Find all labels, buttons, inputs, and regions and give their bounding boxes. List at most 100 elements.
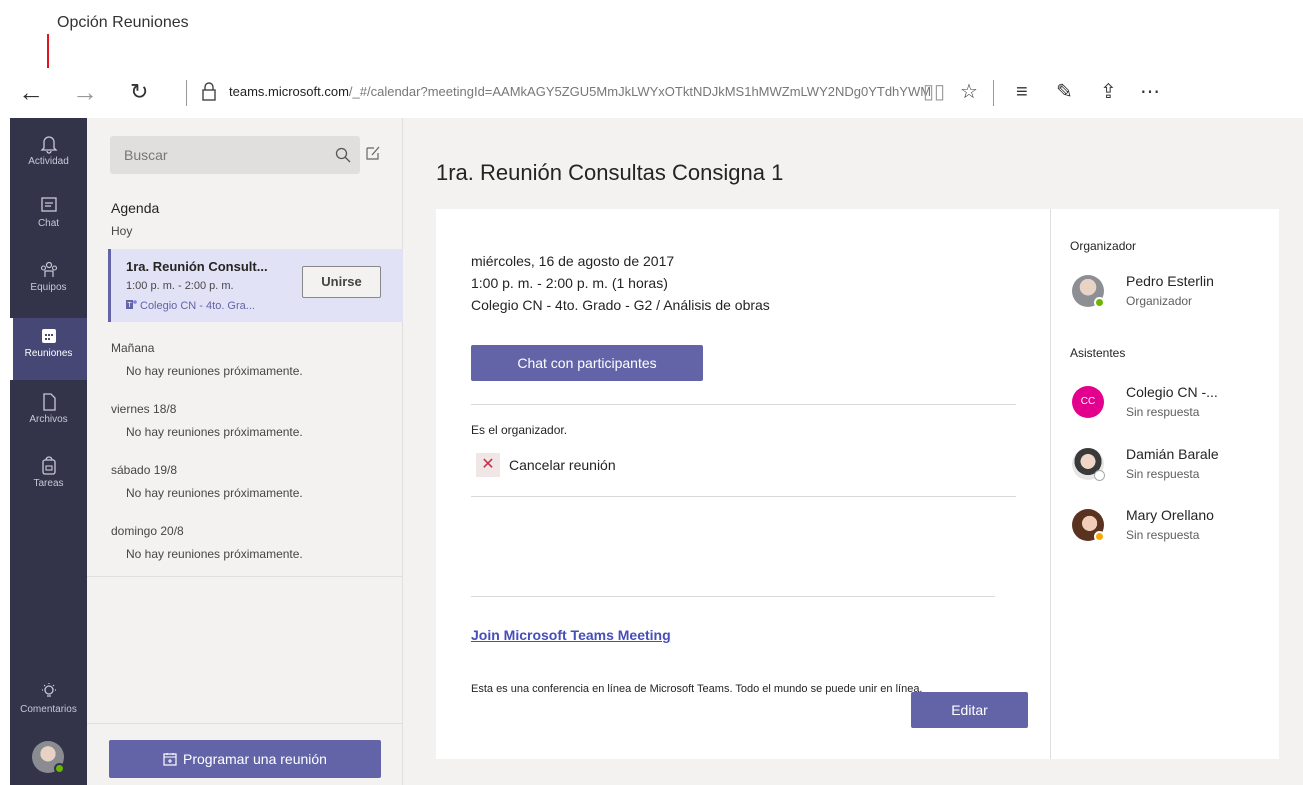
cancel-meeting-link[interactable]: Cancelar reunión [509,457,616,473]
rail-item-tareas[interactable]: Tareas [10,448,87,510]
chat-icon [40,197,57,212]
browser-toolbar: ← → ↻ teams.microsoft.com/_#/calendar?me… [10,68,1303,118]
presence-available-icon [1094,297,1105,308]
organizer-note: Es el organizador. [471,423,568,437]
organizer-heading: Organizador [1070,239,1137,253]
rail-label: Equipos [30,282,67,293]
person-status: Sin respuesta [1126,405,1200,419]
empty-day-text: No hay reuniones próximamente. [126,364,303,378]
divider [471,496,1016,497]
meeting-item-title: 1ra. Reunión Consult... [126,259,268,274]
day-label: Mañana [111,341,155,355]
person-status: Sin respuesta [1126,467,1200,481]
svg-text:T: T [128,302,133,309]
rail-item-actividad[interactable]: Actividad [10,126,87,188]
join-teams-meeting-link[interactable]: Join Microsoft Teams Meeting [471,627,671,643]
divider [87,723,403,724]
person-name: Mary Orellano [1126,507,1214,523]
edit-button[interactable]: Editar [911,692,1028,728]
person-name: Colegio CN -... [1126,384,1218,400]
meeting-detail: 1ra. Reunión Consultas Consigna 1 miérco… [403,118,1303,785]
meeting-location: Colegio CN - 4to. Grado - G2 / Análisis … [471,297,770,313]
app-rail: Actividad Chat Equipos Reuniones Archivo… [10,118,87,785]
person-role: Organizador [1126,294,1193,308]
rail-label: Reuniones [24,348,73,359]
rail-item-archivos[interactable]: Archivos [10,384,87,446]
url-path: /_#/calendar?meetingId=AAMkAGY5ZGU5MmJkL… [348,84,932,99]
favorite-star-icon[interactable]: ☆ [960,80,978,104]
bell-icon [39,136,58,154]
empty-day-text: No hay reuniones próximamente. [126,425,303,439]
share-icon[interactable]: ⇪ [1100,80,1117,104]
tasks-icon [41,456,56,475]
person-status: Sin respuesta [1126,528,1200,542]
toolbar-divider [993,80,994,106]
agenda-meeting-item[interactable]: 1ra. Reunión Consult... 1:00 p. m. - 2:0… [108,249,403,322]
meeting-time: 1:00 p. m. - 2:00 p. m. (1 horas) [471,275,668,291]
attendee-person[interactable]: CC Colegio CN -... Sin respuesta [1072,384,1292,428]
schedule-meeting-label: Programar una reunión [183,751,327,767]
side-divider [1050,209,1051,759]
meeting-item-time: 1:00 p. m. - 2:00 p. m. [126,280,234,292]
lightbulb-icon [41,683,56,697]
divider [471,404,1016,405]
cancel-x-icon[interactable]: ✕ [476,453,500,477]
rail-item-equipos[interactable]: Equipos [10,252,87,314]
person-name: Pedro Esterlin [1126,273,1214,289]
toolbar-divider [186,80,187,106]
refresh-icon[interactable]: ↻ [130,78,148,106]
web-note-icon[interactable]: ✎ [1056,80,1073,104]
more-icon[interactable]: ⋯ [1140,80,1160,104]
teams-icon [40,261,57,277]
attendee-person[interactable]: Damián Barale Sin respuesta [1072,446,1292,490]
hub-icon[interactable]: ≡ [1016,80,1028,104]
url-domain: teams.microsoft.com [229,84,349,99]
presence-offline-icon [1094,470,1105,481]
reading-view-icon[interactable]: ▯▯ [923,80,945,104]
user-avatar[interactable] [32,741,65,774]
address-bar[interactable]: teams.microsoft.com/_#/calendar?meetingI… [229,84,931,99]
organizer-person[interactable]: Pedro Esterlin Organizador [1072,273,1292,317]
avatar-initials: CC [1072,386,1104,418]
calendar-add-icon [163,753,177,766]
calendar-icon [41,329,56,343]
empty-day-text: No hay reuniones próximamente. [126,486,303,500]
rail-label: Tareas [33,478,64,489]
meeting-card: miércoles, 16 de agosto de 2017 1:00 p. … [436,209,1279,759]
annotation-label: Opción Reuniones [57,14,189,31]
chat-participants-button[interactable]: Chat con participantes [471,345,703,381]
divider [87,576,403,577]
search-icon[interactable] [335,147,351,163]
file-icon [42,393,56,411]
schedule-meeting-button[interactable]: Programar una reunión [109,740,381,778]
day-label: viernes 18/8 [111,402,177,416]
rail-label: Chat [37,218,60,229]
back-icon[interactable]: ← [18,78,44,106]
teams-logo-icon: T [126,300,137,309]
meeting-date: miércoles, 16 de agosto de 2017 [471,253,675,269]
agenda-title: Agenda [111,200,160,216]
day-label: domingo 20/8 [111,524,184,538]
lock-icon [202,82,216,101]
compose-icon[interactable] [365,145,381,161]
forward-icon[interactable]: → [72,78,98,106]
rail-label: Comentarios [20,704,77,715]
divider [471,596,995,597]
join-button[interactable]: Unirse [302,266,381,298]
presence-available-icon [54,763,65,774]
rail-item-chat[interactable]: Chat [10,188,87,250]
rail-item-comentarios[interactable]: Comentarios [10,674,87,736]
attendee-person[interactable]: Mary Orellano Sin respuesta [1072,507,1292,551]
today-label: Hoy [111,224,133,238]
presence-away-icon [1094,531,1105,542]
rail-item-reuniones[interactable]: Reuniones [10,318,87,380]
meeting-item-channel: T Colegio CN - 4to. Gra... [126,299,255,312]
search-input[interactable]: Buscar [110,136,360,174]
search-placeholder: Buscar [124,147,168,163]
person-name: Damián Barale [1126,446,1219,462]
day-label: sábado 19/8 [111,463,178,477]
conference-text: Esta es una conferencia en línea de Micr… [471,683,923,695]
meeting-item-channel-text: Colegio CN - 4to. Gra... [140,300,255,312]
empty-day-text: No hay reuniones próximamente. [126,547,303,561]
rail-label: Actividad [28,156,69,167]
